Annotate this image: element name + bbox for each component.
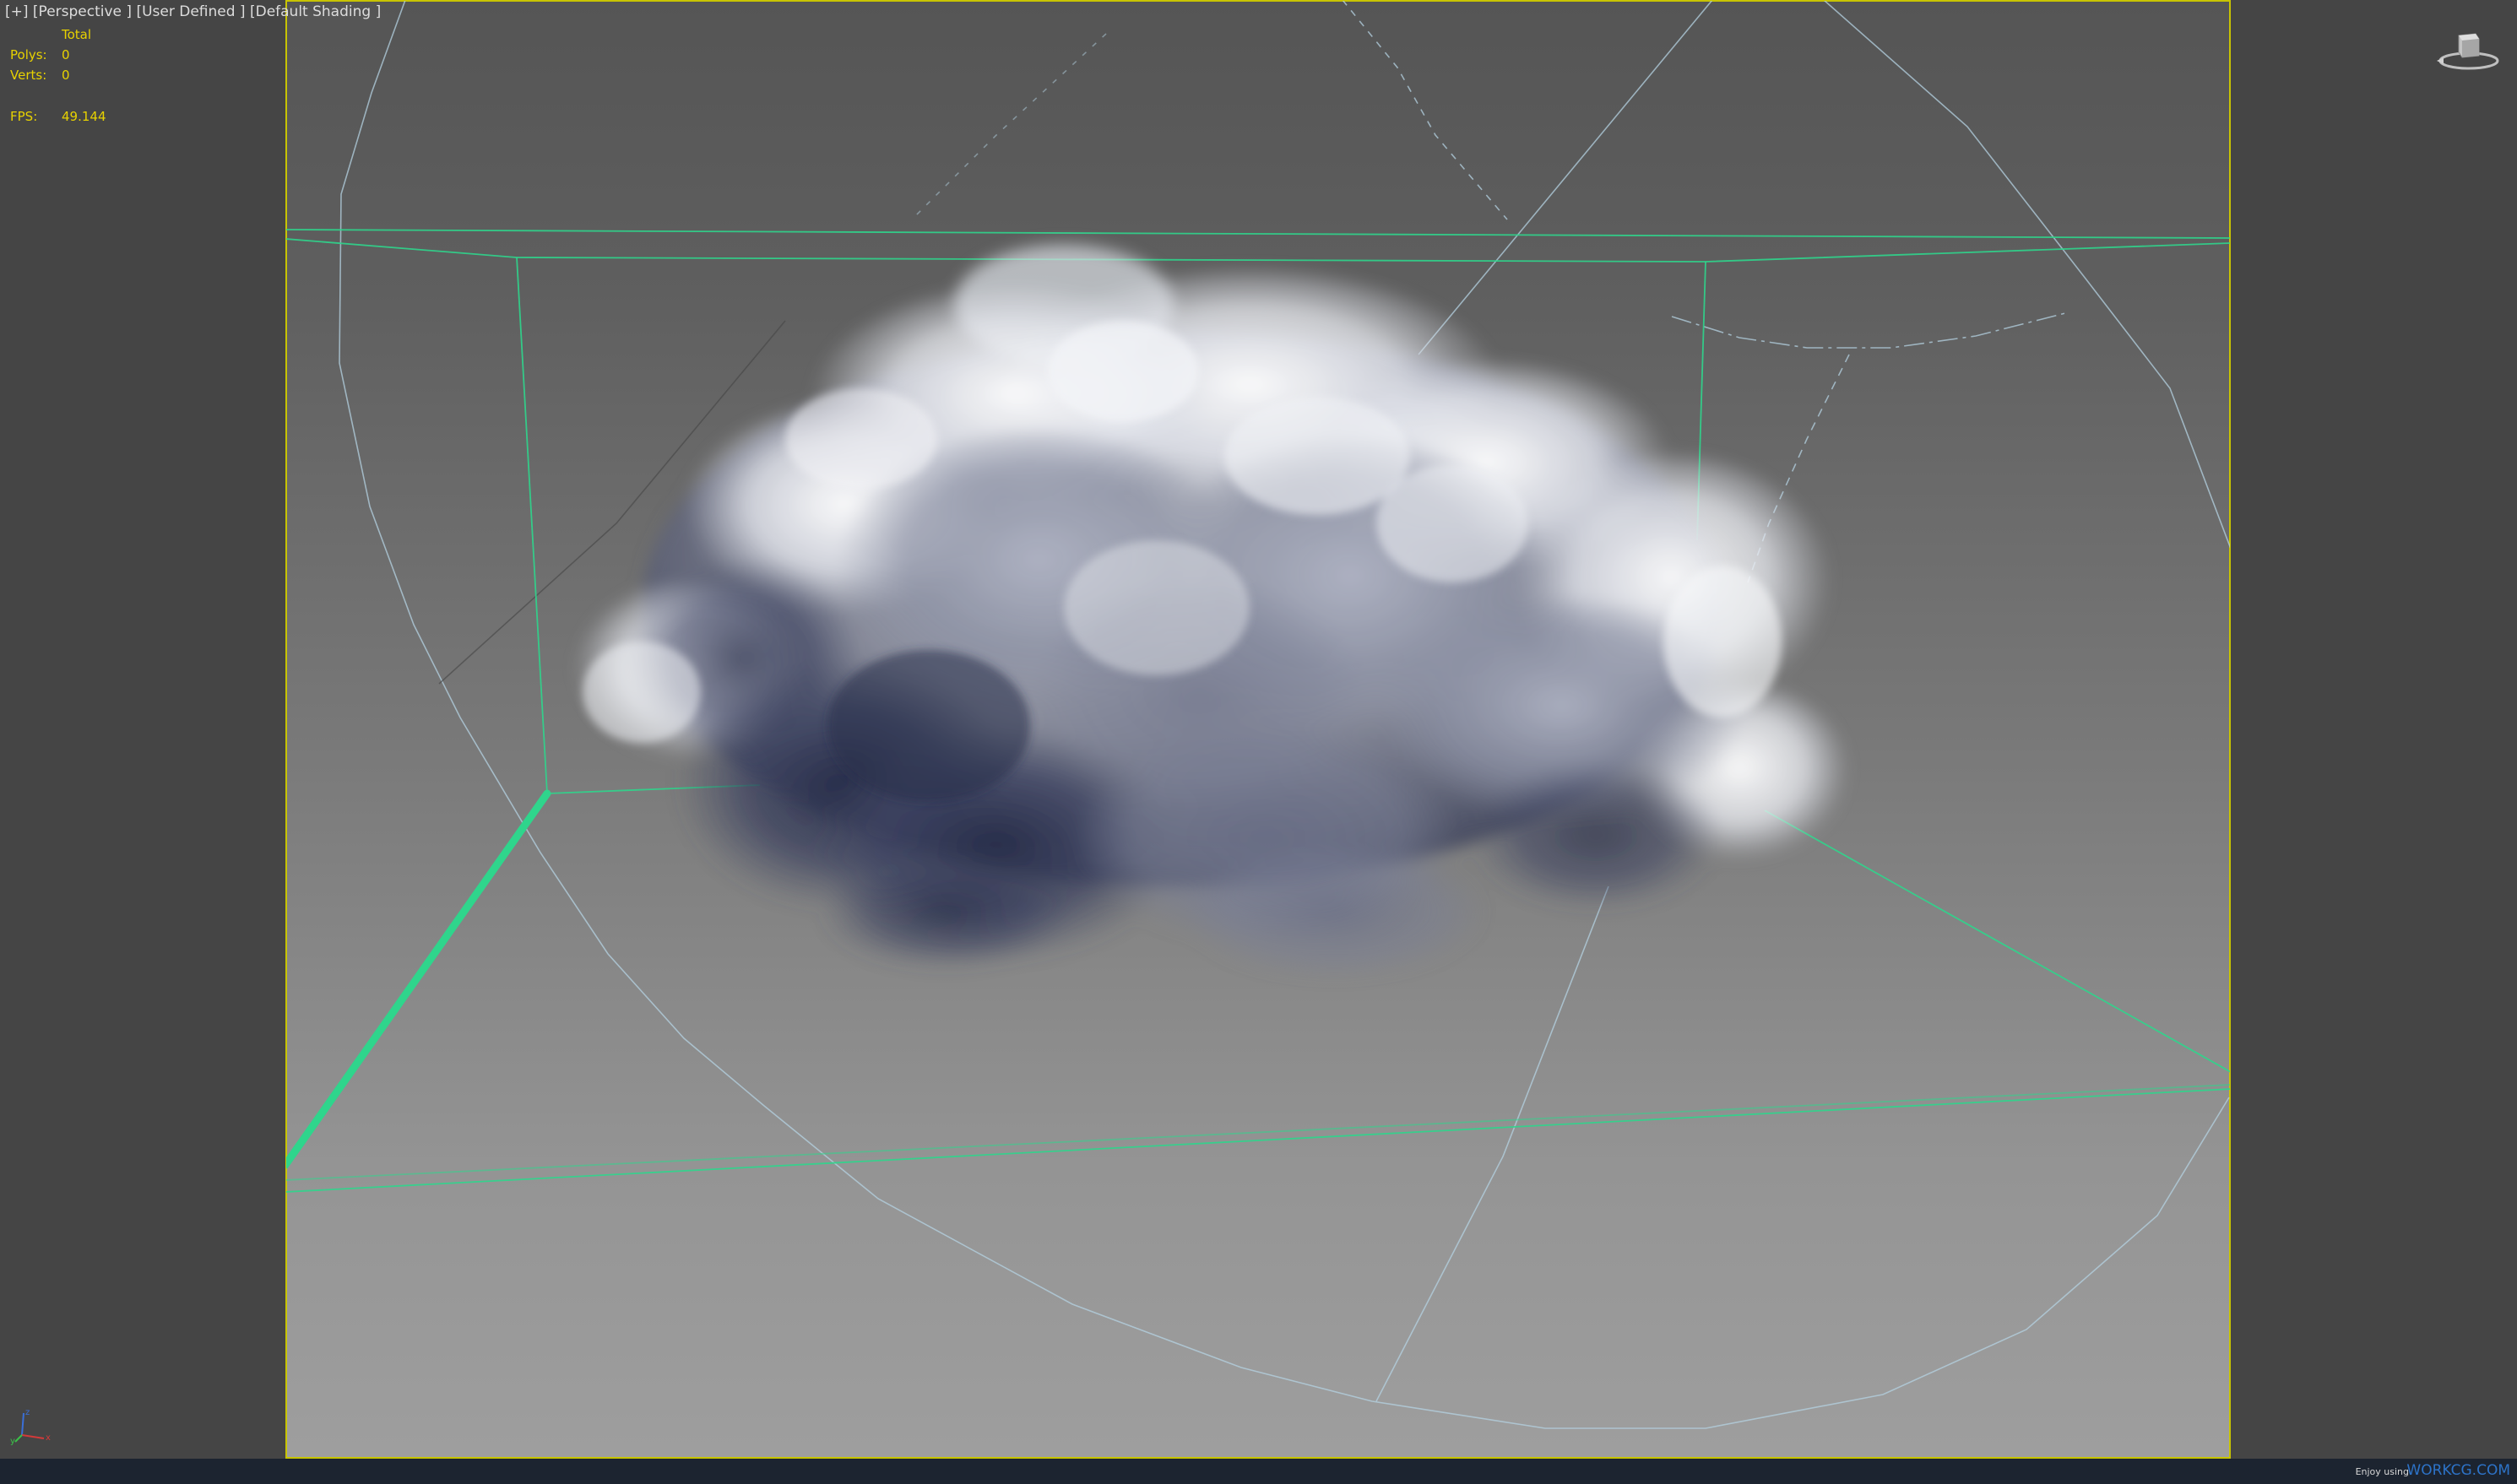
axis-tripod-icon: z x y <box>10 1408 51 1445</box>
stats-total-label: Total <box>62 27 92 42</box>
viewport-label: [+] [Perspective ] [User Defined ] [Defa… <box>5 3 381 20</box>
svg-text:x: x <box>46 1433 51 1443</box>
shading-menu[interactable]: [Default Shading ] <box>250 3 381 20</box>
stats-fps-label: FPS: <box>10 109 38 124</box>
stats-fps-value: 49.144 <box>62 109 106 124</box>
status-brand-link[interactable]: WORKCG.COM <box>2406 1462 2510 1479</box>
stats-verts-label: Verts: <box>10 68 47 83</box>
stats-polys-label: Polys: <box>10 47 47 62</box>
status-bar: Enjoy using WORKCG.COM <box>0 1459 2517 1484</box>
view-type-menu[interactable]: [Perspective ] <box>33 3 132 20</box>
viewport-menu-button[interactable]: [+] <box>5 3 29 20</box>
perspective-viewport[interactable]: [+] [Perspective ] [User Defined ] [Defa… <box>0 0 2517 1484</box>
svg-text:y: y <box>10 1437 15 1445</box>
viewcube-icon[interactable] <box>2433 30 2501 74</box>
svg-text:z: z <box>25 1408 30 1417</box>
scene-canvas[interactable] <box>0 0 2517 1484</box>
status-enjoy-text: Enjoy using <box>2355 1466 2409 1477</box>
stats-polys-value: 0 <box>62 47 70 62</box>
gizmo-selected-edge <box>286 789 551 1169</box>
stats-verts-value: 0 <box>62 68 70 83</box>
camera-menu[interactable]: [User Defined ] <box>136 3 245 20</box>
volumetric-cloud[interactable] <box>574 245 1849 979</box>
